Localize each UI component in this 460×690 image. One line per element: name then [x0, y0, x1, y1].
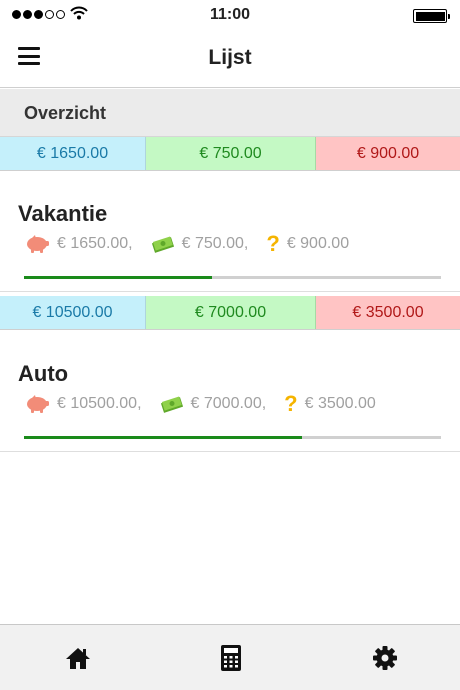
- page-title: Lijst: [208, 46, 252, 69]
- goal-remaining: € 3500.00: [304, 395, 376, 412]
- overview-saved: € 750.00: [146, 137, 316, 170]
- goal-item-vakantie[interactable]: Vakantie € 1650.00, € 750.00, ? € 900.00: [0, 172, 460, 292]
- goal-amounts: € 10500.00, € 7000.00, ? € 3500.00: [24, 392, 394, 416]
- overview-header: Overzicht: [0, 89, 460, 137]
- strip-remaining: € 3500.00: [316, 296, 460, 329]
- status-time: 11:00: [209, 6, 251, 23]
- piggy-bank-icon: [24, 395, 50, 413]
- nav-bar: Lijst: [0, 30, 460, 88]
- goal-item-auto[interactable]: Auto € 10500.00, € 7000.00, ? € 3500.00: [0, 332, 460, 452]
- goal-saved: € 7000.00,: [190, 395, 267, 412]
- calculator-icon[interactable]: [216, 643, 246, 673]
- overview-remaining: € 900.00: [316, 137, 460, 170]
- battery-icon: [413, 9, 450, 23]
- money-icon: [151, 235, 175, 253]
- goal-total: € 1650.00,: [57, 235, 133, 252]
- strip-total: € 10500.00: [0, 296, 146, 329]
- home-icon[interactable]: [63, 643, 93, 673]
- status-bar: 11:00: [0, 0, 460, 30]
- goal-saved: € 750.00,: [181, 235, 249, 252]
- question-mark-icon: ?: [284, 391, 298, 416]
- overview-totals: € 1650.00 € 750.00 € 900.00: [0, 137, 460, 171]
- settings-gear-icon[interactable]: [370, 643, 400, 673]
- overview-total: € 1650.00: [0, 137, 146, 170]
- goal-progress-bar: [24, 276, 441, 279]
- money-icon: [160, 395, 184, 413]
- goal-remaining: € 900.00: [286, 235, 350, 252]
- goal-amounts: € 1650.00, € 750.00, ? € 900.00: [24, 232, 367, 256]
- goal-total: € 10500.00,: [57, 395, 142, 412]
- goal-name: Vakantie: [18, 201, 108, 226]
- goal-totals-strip: € 10500.00 € 7000.00 € 3500.00: [0, 296, 460, 330]
- overview-title: Overzicht: [24, 103, 107, 123]
- piggy-bank-icon: [24, 235, 50, 253]
- goal-progress-bar: [24, 436, 441, 439]
- strip-saved: € 7000.00: [146, 296, 316, 329]
- tab-bar: [0, 624, 460, 690]
- goal-name: Auto: [18, 361, 69, 386]
- question-mark-icon: ?: [266, 231, 280, 256]
